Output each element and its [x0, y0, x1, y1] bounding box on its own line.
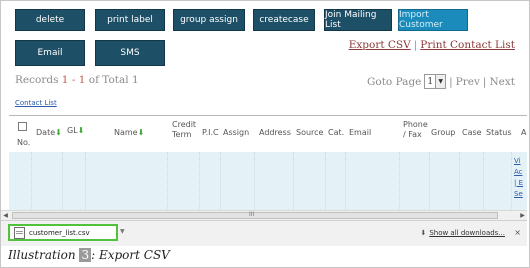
contact-page: delete print label group assign createca… [1, 1, 527, 245]
col-email: Email [349, 128, 372, 137]
scroll-right-icon[interactable]: ▶ [518, 211, 527, 220]
grid-divider [254, 152, 255, 210]
sms-button[interactable]: SMS [95, 40, 165, 66]
grid-divider [31, 152, 32, 210]
grid-divider [325, 152, 326, 210]
prev-link[interactable]: Prev [456, 76, 480, 88]
select-all-checkbox[interactable] [18, 122, 27, 131]
page-select[interactable]: 1 ▼ [424, 74, 447, 89]
records-summary: Records 1 - 1 of Total 1 [15, 74, 139, 86]
sort-arrow-icon[interactable]: ⬇ [55, 128, 62, 137]
import-customer-button[interactable]: Import Customer [398, 9, 468, 31]
scrollbar-thumb[interactable]: III [12, 211, 498, 219]
show-all-downloads-link[interactable]: Show all downloads... [429, 229, 505, 237]
next-link[interactable]: Next [489, 76, 515, 88]
grid-divider [345, 152, 346, 210]
col-status: Status [486, 128, 512, 137]
pager-separator: | [449, 75, 453, 88]
print-contact-list-link[interactable]: Print Contact List [420, 39, 515, 51]
col-source: Source [296, 128, 324, 137]
email-button[interactable]: Email [15, 40, 85, 66]
caption-prefix: Illustration [8, 248, 80, 262]
file-icon [14, 226, 25, 239]
col-group: Group [431, 128, 456, 137]
figure-caption: Illustration 3: Export CSV [8, 248, 170, 262]
sort-arrow-icon[interactable]: ⬇ [78, 126, 85, 135]
scroll-left-icon[interactable]: ◀ [1, 211, 10, 220]
records-of: of Total [85, 74, 132, 86]
records-prefix: Records [15, 74, 62, 86]
contact-list-link[interactable]: Contact List [15, 99, 57, 107]
col-gl[interactable]: GL⬇ [67, 126, 84, 136]
close-icon[interactable]: × [514, 228, 521, 237]
col-phone-line1: Phone [403, 120, 428, 129]
action-link[interactable]: Ac [514, 167, 523, 178]
col-date[interactable]: Date⬇ [36, 128, 62, 138]
delete-button[interactable]: delete [15, 9, 85, 31]
chevron-down-icon[interactable]: ▼ [435, 75, 446, 88]
print-label-button[interactable]: print label [95, 9, 165, 31]
grid-divider [167, 152, 168, 210]
downloaded-file-item[interactable]: customer_list.csv [8, 224, 118, 241]
col-address: Address [259, 128, 291, 137]
records-total: 1 [131, 74, 139, 86]
grid-divider [85, 152, 86, 210]
col-name-label: Name [114, 128, 138, 137]
pager: Goto Page 1 ▼ | Prev | Next [367, 74, 515, 89]
col-credit-term: Credit Term [172, 120, 196, 140]
join-mailing-list-button[interactable]: Join Mailing List [324, 9, 392, 31]
caption-number: 3 [79, 248, 92, 262]
createcase-button[interactable]: createcase [253, 9, 315, 31]
grid-divider [511, 152, 512, 210]
view-link[interactable]: Vi [514, 156, 523, 167]
download-arrow-icon: ⬇ [420, 229, 427, 237]
goto-page-label: Goto Page [367, 75, 422, 88]
col-action: A [521, 128, 527, 137]
grid-divider [62, 152, 63, 210]
records-dash: - [68, 74, 79, 86]
caption-suffix: : Export CSV [91, 248, 170, 262]
col-date-label: Date [36, 128, 56, 137]
show-all-downloads: ⬇ Show all downloads... [420, 229, 505, 237]
grid-divider [220, 152, 221, 210]
pager-separator: | [482, 75, 487, 88]
export-csv-link[interactable]: Export CSV [349, 39, 411, 51]
link-separator: | [413, 39, 418, 51]
col-gl-label: GL [67, 126, 78, 135]
row-action-links: Vi Ac | E Se [514, 156, 523, 200]
sort-arrow-icon[interactable]: ⬇ [138, 128, 145, 137]
table-header: No. Date⬇ GL⬇ Name⬇ Credit Term P.I.C Ass… [9, 115, 527, 153]
col-no: No. [17, 138, 31, 147]
page-select-value: 1 [427, 76, 434, 87]
downloaded-file-name: customer_list.csv [29, 228, 90, 237]
grid-divider [199, 152, 200, 210]
horizontal-scrollbar[interactable]: ◀ III ▶ [1, 210, 527, 220]
col-credit-term-line2: Term [172, 130, 192, 139]
col-assign: Assign [223, 128, 250, 137]
grid-divider [459, 152, 460, 210]
grid-divider [483, 152, 484, 210]
col-cat: Cat. [328, 128, 345, 137]
col-case: Case [462, 128, 482, 137]
col-phone-fax: Phone / Fax [403, 120, 428, 140]
col-pic: P.I.C [202, 128, 219, 137]
table-body: Vi Ac | E Se [9, 152, 527, 210]
col-phone-line2: / Fax [403, 130, 422, 139]
send-link[interactable]: Se [514, 189, 523, 200]
grid-divider [399, 152, 400, 210]
download-bar: customer_list.csv ▼ ⬇ Show all downloads… [1, 220, 527, 246]
col-name[interactable]: Name⬇ [114, 128, 144, 138]
col-credit-term-line1: Credit [172, 120, 197, 129]
group-assign-button[interactable]: group assign [173, 9, 245, 31]
edit-link[interactable]: | E [514, 178, 523, 189]
chevron-down-icon[interactable]: ▼ [120, 228, 125, 235]
grid-divider [293, 152, 294, 210]
grid-divider [429, 152, 430, 210]
export-links: Export CSV | Print Contact List [349, 39, 515, 51]
scrollbar-grip: III [249, 211, 255, 218]
